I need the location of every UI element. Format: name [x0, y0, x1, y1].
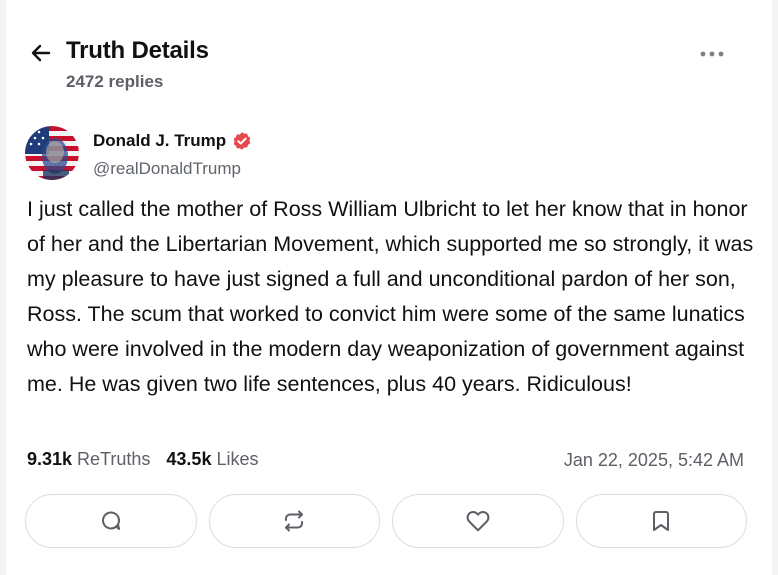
retruths-stat[interactable]: 9.31k ReTruths [27, 449, 150, 470]
header: Truth Details 2472 replies [6, 0, 772, 110]
author-name[interactable]: Donald J. Trump [93, 131, 252, 151]
bookmark-button[interactable] [575, 494, 747, 548]
truth-details-card: Truth Details 2472 replies Donald J. Tru… [6, 0, 772, 575]
more-horizontal-icon [700, 51, 724, 57]
likes-label: Likes [216, 449, 259, 469]
back-button[interactable] [26, 38, 56, 68]
bookmark-icon [653, 511, 670, 531]
replies-count: 2472 replies [66, 72, 164, 91]
retruths-label: ReTruths [77, 449, 151, 469]
reply-icon [101, 511, 120, 530]
post-stats: 9.31k ReTruths 43.5k Likes [27, 449, 258, 470]
author-handle[interactable]: @realDonaldTrump [93, 159, 241, 179]
page-title: Truth Details [66, 37, 209, 64]
arrow-left-icon [31, 44, 51, 62]
likes-stat[interactable]: 43.5k Likes [166, 449, 258, 470]
retruths-count: 9.31k [27, 449, 73, 469]
post-body: I just called the mother of Ross William… [27, 197, 754, 396]
heart-icon [466, 511, 490, 532]
avatar[interactable] [25, 126, 79, 180]
verified-badge-icon [232, 131, 252, 151]
retruth-button[interactable] [208, 494, 380, 548]
author-name-text: Donald J. Trump [93, 131, 227, 150]
more-options-button[interactable] [694, 40, 730, 68]
post-timestamp: Jan 22, 2025, 5:42 AM [563, 450, 744, 470]
reply-button[interactable] [25, 494, 197, 548]
action-bar [25, 494, 747, 550]
likes-count: 43.5k [166, 449, 212, 469]
retruth-icon [285, 510, 304, 532]
like-button[interactable] [392, 494, 564, 548]
